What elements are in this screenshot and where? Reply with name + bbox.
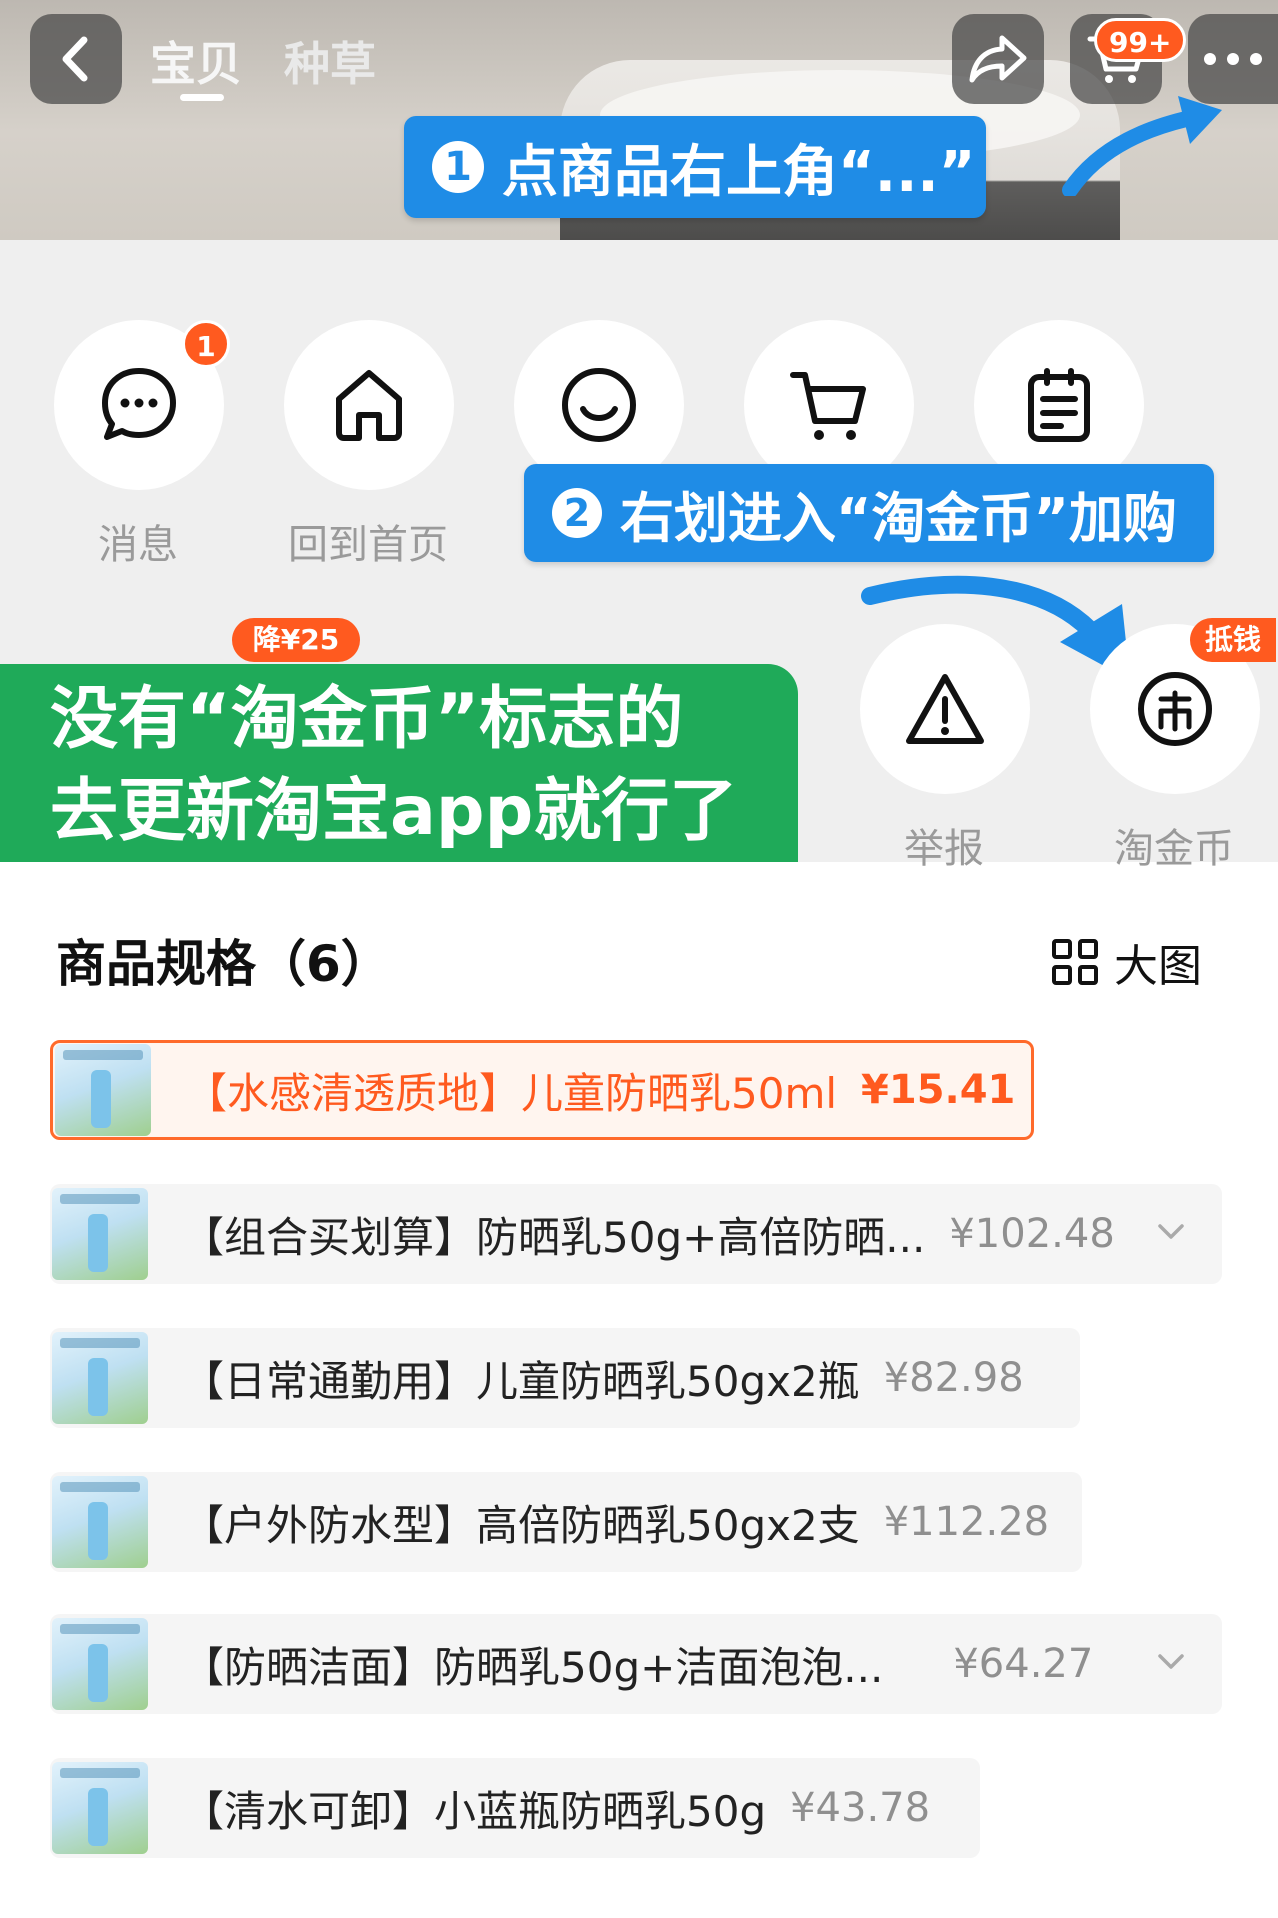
chat-icon xyxy=(102,368,176,440)
chevron-down-icon[interactable] xyxy=(1154,1214,1188,1248)
sku-price: ¥112.28 xyxy=(883,1499,1050,1545)
smile-icon xyxy=(562,368,636,442)
home-icon xyxy=(336,370,402,441)
step1-number: 1 xyxy=(432,141,484,193)
sku-option[interactable]: 【水感清透质地】儿童防晒乳50ml ¥15.41 xyxy=(50,1040,1034,1140)
note-line1: 没有“淘金币”标志的 xyxy=(50,680,684,759)
cart-icon xyxy=(790,372,866,440)
sku-thumbnail xyxy=(55,1044,151,1136)
share-icon xyxy=(969,35,1027,83)
menu-label-taojinbi: 淘金币 xyxy=(1114,826,1234,872)
sku-thumbnail xyxy=(52,1762,148,1854)
cart-count-badge: 99+ xyxy=(1094,18,1187,62)
sku-price: ¥43.78 xyxy=(790,1785,931,1831)
sku-thumbnail xyxy=(52,1188,148,1280)
sku-name: 【水感清透质地】儿童防晒乳50ml xyxy=(185,1068,838,1118)
sku-option[interactable]: 【防晒洁面】防晒乳50g+洁面泡泡... ¥64.27 xyxy=(50,1614,1222,1714)
big-image-toggle[interactable]: 大图 xyxy=(1052,930,1202,994)
sku-thumbnail xyxy=(52,1476,148,1568)
step1-banner: 1 点商品右上角“...” xyxy=(404,116,986,218)
note-line2: 去更新淘宝app就行了 xyxy=(50,772,738,851)
chevron-down-icon[interactable] xyxy=(1154,1644,1188,1678)
active-tab-indicator xyxy=(180,94,224,101)
message-count-badge: 1 xyxy=(182,320,230,368)
chevron-left-icon xyxy=(62,36,88,82)
step2-text: 右划进入“淘金币”加购 xyxy=(620,486,1177,550)
sku-price: ¥82.98 xyxy=(883,1355,1024,1401)
sku-thumbnail xyxy=(52,1332,148,1424)
step1-text: 点商品右上角“...” xyxy=(502,139,976,205)
sku-name: 【户外防水型】高倍防晒乳50gx2支 xyxy=(182,1500,860,1550)
sku-name: 【防晒洁面】防晒乳50g+洁面泡泡... xyxy=(182,1642,884,1692)
sku-name: 【日常通勤用】儿童防晒乳50gx2瓶 xyxy=(182,1356,860,1406)
warning-icon xyxy=(906,674,984,744)
sku-option[interactable]: 【日常通勤用】儿童防晒乳50gx2瓶 ¥82.98 xyxy=(50,1328,1080,1428)
sku-option[interactable]: 【组合买划算】防晒乳50g+高倍防晒... ¥102.48 xyxy=(50,1184,1222,1284)
big-image-label: 大图 xyxy=(1114,941,1202,992)
sku-option[interactable]: 【户外防水型】高倍防晒乳50gx2支 ¥112.28 xyxy=(50,1472,1082,1572)
sku-price: ¥64.27 xyxy=(953,1641,1094,1687)
clipboard-icon xyxy=(1028,368,1090,442)
more-dots-icon xyxy=(1204,53,1262,65)
menu-label-message: 消息 xyxy=(98,522,178,568)
sku-price: ¥102.48 xyxy=(949,1211,1115,1257)
back-button[interactable] xyxy=(30,14,122,104)
menu-label-report: 举报 xyxy=(904,826,984,872)
grid-icon xyxy=(1052,939,1098,985)
spec-title: 商品规格（6） xyxy=(56,935,391,993)
update-app-note: 没有“淘金币”标志的 去更新淘宝app就行了 xyxy=(0,664,798,862)
step2-number: 2 xyxy=(552,488,602,538)
sku-thumbnail xyxy=(52,1618,148,1710)
discount-badge: 降¥25 xyxy=(232,618,360,662)
sku-name: 【组合买划算】防晒乳50g+高倍防晒... xyxy=(182,1212,926,1262)
menu-label-home: 回到首页 xyxy=(288,522,448,568)
sku-name: 【清水可卸】小蓝瓶防晒乳50g xyxy=(182,1786,767,1836)
arrow-to-more-icon xyxy=(1062,96,1222,196)
menu-item-report[interactable] xyxy=(860,624,1030,794)
tab-baobei[interactable]: 宝贝 xyxy=(150,28,242,94)
step2-banner: 2 右划进入“淘金币”加购 xyxy=(524,464,1214,562)
coin-discount-badge: 抵钱 xyxy=(1190,618,1276,662)
tab-zhongcao[interactable]: 种草 xyxy=(284,28,376,94)
share-button[interactable] xyxy=(952,14,1044,104)
sku-option[interactable]: 【清水可卸】小蓝瓶防晒乳50g ¥43.78 xyxy=(50,1758,980,1858)
sku-price: ¥15.41 xyxy=(861,1067,1016,1113)
menu-item-home[interactable] xyxy=(284,320,454,490)
coin-icon xyxy=(1138,672,1212,746)
